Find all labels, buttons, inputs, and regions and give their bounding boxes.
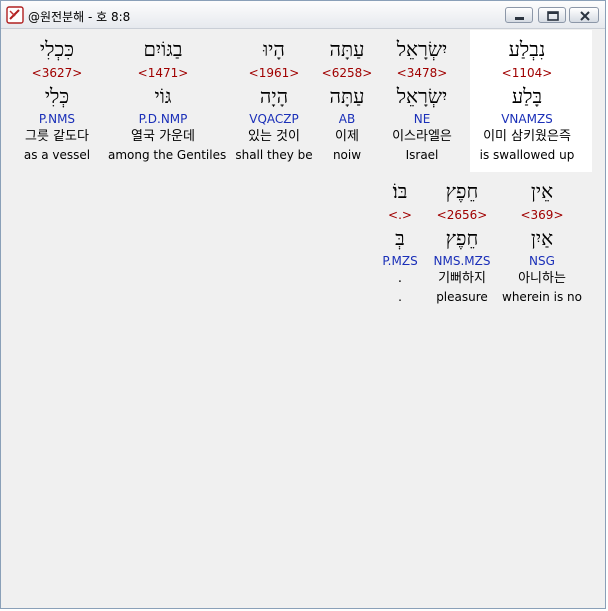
interlinear-panel: נִבְלַע <1104> בָּלַע VNAMZS 이미 삼키웠은즉 is… [2, 30, 604, 608]
hebrew-word: כִּכְלִי [39, 37, 75, 61]
strong-number[interactable]: <1471> [108, 64, 218, 82]
maximize-icon [547, 11, 559, 21]
strong-number[interactable]: <3627> [2, 64, 112, 82]
hebrew-word: נִבְלַע [508, 37, 546, 61]
korean-gloss: 이미 삼키웠은즉 [483, 129, 571, 144]
maximize-button[interactable] [538, 7, 566, 23]
morphology-code[interactable]: VQACZP [219, 110, 329, 128]
morphology-code[interactable]: P.NMS [2, 110, 112, 128]
strong-number[interactable]: <.> [345, 206, 455, 224]
english-gloss: as a vessel [23, 148, 91, 162]
strong-number[interactable]: <1961> [219, 64, 329, 82]
word-column[interactable]: כִּכְלִי <3627> כְּלִי P.NMS 그릇 같도다 as a… [2, 34, 112, 164]
english-gloss: shall they be [235, 148, 313, 162]
korean-gloss: 있는 것이 [248, 129, 300, 144]
close-button[interactable] [569, 7, 599, 23]
title-bar[interactable]: @원전분해 - 호 8:8 [1, 1, 605, 29]
strong-number[interactable]: <1104> [472, 64, 582, 82]
app-window: @원전분해 - 호 8:8 נִבְלַע <1104> בָּלַע VNAM… [0, 0, 606, 609]
hebrew-lemma: גּוֹי [154, 84, 172, 108]
word-column[interactable]: הָיוּ <1961> הָיָה VQACZP 있는 것이 shall th… [219, 34, 329, 164]
close-icon [580, 11, 590, 21]
hebrew-lemma: בְּ [395, 226, 405, 250]
hebrew-lemma: הָיָה [259, 84, 289, 108]
hebrew-lemma: כְּלִי [44, 84, 70, 108]
korean-gloss: 그릇 같도다 [25, 129, 89, 144]
minimize-icon [515, 17, 524, 20]
window-title: @원전분해 - 호 8:8 [28, 10, 131, 24]
hebrew-word: בּוֹ׃ [392, 179, 408, 203]
korean-gloss: 열국 가운데 [131, 129, 195, 144]
english-gloss: among the Gentiles [108, 148, 227, 162]
morphology-code[interactable]: VNAMZS [472, 110, 582, 128]
hebrew-lemma: בָּלַע [511, 84, 543, 108]
word-column[interactable]: בּוֹ׃ <.> בְּ P.MZS . . [345, 176, 455, 306]
word-column[interactable]: בַגּוֹיִם <1471> גּוֹי P.D.NMP 열국 가운데 am… [108, 34, 227, 164]
hebrew-word: בַגּוֹיִם [143, 37, 183, 61]
app-icon[interactable] [6, 6, 24, 24]
morphology-code[interactable]: P.MZS [345, 252, 455, 270]
minimize-button[interactable] [505, 7, 533, 23]
english-gloss: . [398, 290, 402, 304]
korean-gloss: . [397, 271, 403, 286]
word-column[interactable]: נִבְלַע <1104> בָּלַע VNAMZS 이미 삼키웠은즉 is… [472, 34, 582, 164]
english-gloss: is swallowed up [479, 148, 575, 162]
morphology-code[interactable]: P.D.NMP [108, 110, 218, 128]
hebrew-word: הָיוּ [263, 37, 285, 61]
